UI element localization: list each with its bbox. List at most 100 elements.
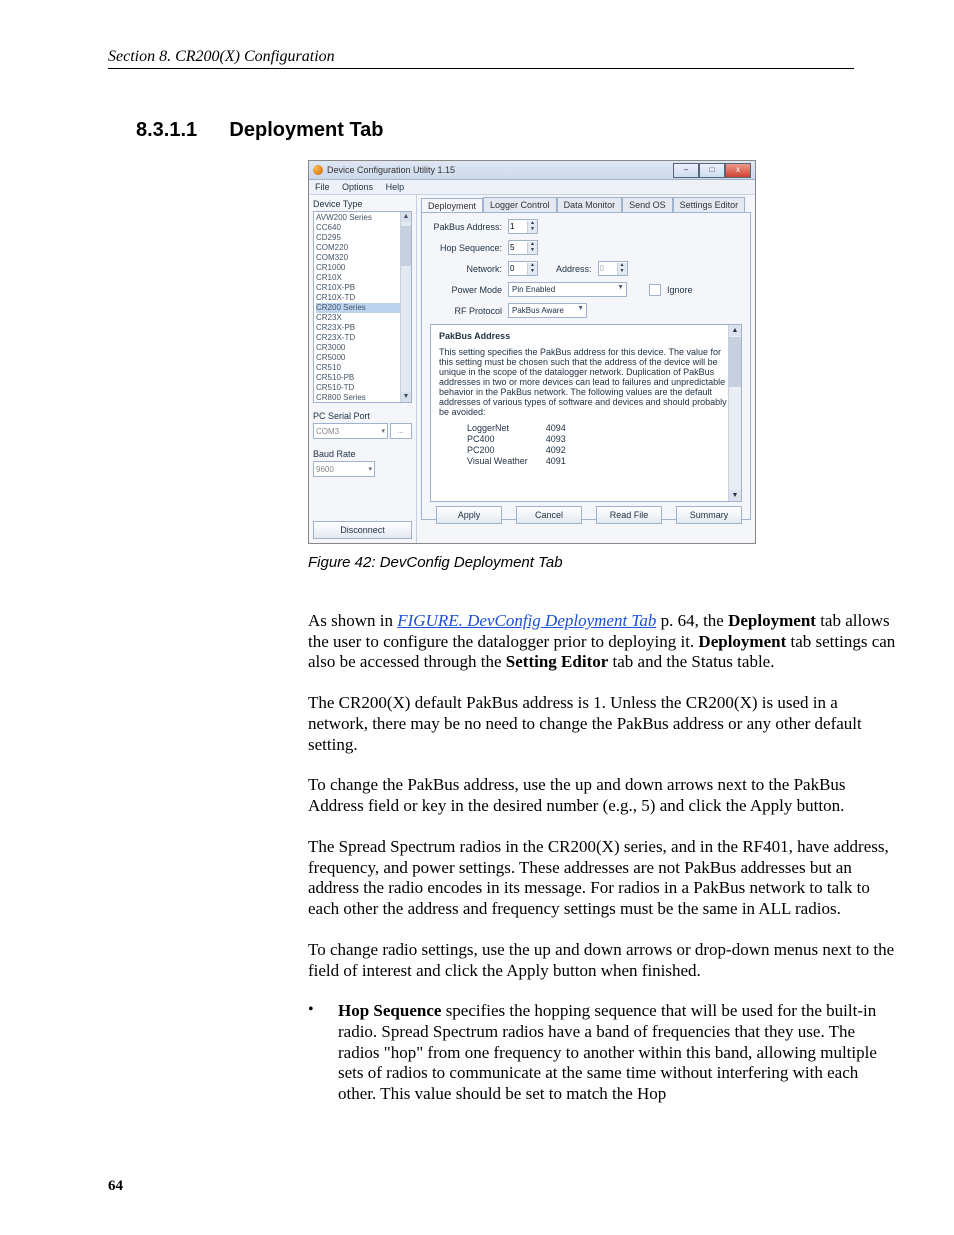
summary-button[interactable]: Summary [676,506,742,524]
device-list-item[interactable]: CR23X-PB [316,323,409,333]
menu-options[interactable]: Options [342,182,373,192]
window-title: Device Configuration Utility 1.15 [327,165,455,175]
tab-settings-editor[interactable]: Settings Editor [673,197,746,212]
tab-body: PakBus Address: ▲▼ Hop Sequence: ▲▼ Netw… [421,212,751,520]
device-list-item[interactable]: CR10X-PB [316,283,409,293]
paragraph: The CR200(X) default PakBus address is 1… [308,693,898,755]
help-panel: PakBus Address This setting specifies th… [430,324,742,502]
network-spinner[interactable]: ▲▼ [508,261,538,276]
body-text: As shown in FIGURE. DevConfig Deployment… [308,611,898,981]
device-list-item[interactable]: CR5000 [316,353,409,363]
bullet-item: • Hop Sequence specifies the hopping seq… [308,1001,898,1105]
menu-file[interactable]: File [315,182,330,192]
hop-sequence-spinner[interactable]: ▲▼ [508,240,538,255]
titlebar: Device Configuration Utility 1.15 – □ x [309,161,755,180]
spin-down-icon[interactable]: ▼ [528,227,537,233]
left-panel: Device Type AVW200 SeriesCC640CD295COM22… [309,195,417,543]
spin-down-icon[interactable]: ▼ [528,248,537,254]
device-list-item[interactable]: CR510-TD [316,383,409,393]
app-icon [313,165,323,175]
help-table-row: PC4004093 [467,434,584,445]
pakbus-address-spinner[interactable]: ▲▼ [508,219,538,234]
power-mode-select[interactable]: Pin Enabled [508,282,627,297]
tab-send-os[interactable]: Send OS [622,197,673,212]
device-list-item[interactable]: CR23X-TD [316,333,409,343]
help-table-row: PC2004092 [467,445,584,456]
device-list-item[interactable]: CR200 Series [316,303,409,313]
device-list-item[interactable]: CD295 [316,233,409,243]
section-running-header: Section 8. CR200(X) Configuration [108,48,854,69]
cancel-button[interactable]: Cancel [516,506,582,524]
read-file-button[interactable]: Read File [596,506,662,524]
device-type-label: Device Type [313,199,412,209]
tab-data-monitor[interactable]: Data Monitor [557,197,623,212]
device-list-item[interactable]: CR510 [316,363,409,373]
address-input[interactable] [599,264,617,273]
minimize-button[interactable]: – [673,163,699,178]
device-list-item[interactable]: AVW200 Series [316,213,409,223]
pakbus-address-input[interactable] [509,222,527,231]
figure-link[interactable]: FIGURE. DevConfig Deployment Tab [397,611,656,630]
serial-port-browse-button[interactable]: … [390,423,412,439]
serial-port-select[interactable]: COM3▾ [313,423,388,439]
device-type-list[interactable]: AVW200 SeriesCC640CD295COM220COM320CR100… [313,211,412,403]
maximize-button[interactable]: □ [699,163,725,178]
baud-rate-label: Baud Rate [313,449,412,459]
heading: 8.3.1.1 Deployment Tab [136,119,854,142]
device-list-item[interactable]: CR10X [316,273,409,283]
network-input[interactable] [509,264,527,273]
scroll-thumb[interactable] [729,337,741,387]
device-list-item[interactable]: COM220 [316,243,409,253]
ignore-checkbox[interactable] [649,284,661,296]
heading-number: 8.3.1.1 [136,119,197,142]
help-title: PakBus Address [439,331,510,341]
right-panel: Deployment Logger Control Data Monitor S… [417,195,755,543]
page-number: 64 [108,1178,123,1195]
device-list-item[interactable]: CR1000 [316,263,409,273]
help-table-row: Visual Weather4091 [467,456,584,467]
device-list-item[interactable]: CR3000 [316,343,409,353]
button-row: Apply Cancel Read File Summary [430,502,742,524]
device-list-item[interactable]: CR510-PB [316,373,409,383]
network-label: Network: [430,264,502,274]
address-spinner[interactable]: ▲▼ [598,261,628,276]
scroll-thumb[interactable] [401,226,411,266]
device-list-item[interactable]: CR23X [316,313,409,323]
help-body: This setting specifies the PakBus addres… [439,347,727,417]
help-table-row: LoggerNet4094 [467,423,584,434]
baud-rate-select[interactable]: 9600▾ [313,461,375,477]
power-mode-label: Power Mode [430,285,502,295]
ignore-label: Ignore [667,285,693,295]
scroll-up-icon[interactable]: ▲ [401,212,411,222]
disconnect-button[interactable]: Disconnect [313,521,412,539]
device-list-item[interactable]: CR800 Series [316,393,409,403]
close-button[interactable]: x [725,163,751,178]
rf-protocol-select[interactable]: PakBus Aware [508,303,587,318]
tab-bar: Deployment Logger Control Data Monitor S… [421,197,751,212]
paragraph: As shown in FIGURE. DevConfig Deployment… [308,611,898,673]
tab-deployment[interactable]: Deployment [421,198,483,213]
bullet-dot-icon: • [308,1001,338,1105]
hop-sequence-input[interactable] [509,243,527,252]
heading-title: Deployment Tab [229,119,383,142]
bullet-term: Hop Sequence [338,1001,441,1020]
menu-help[interactable]: Help [386,182,405,192]
help-table: LoggerNet4094PC4004093PC2004092Visual We… [467,423,584,467]
spin-down-icon[interactable]: ▼ [528,269,537,275]
spin-down-icon[interactable]: ▼ [618,269,627,275]
apply-button[interactable]: Apply [436,506,502,524]
bullet-list: • Hop Sequence specifies the hopping seq… [308,1001,898,1105]
paragraph: To change the PakBus address, use the up… [308,775,898,816]
scroll-down-icon[interactable]: ▼ [401,392,411,402]
scroll-down-icon[interactable]: ▼ [729,490,741,501]
device-list-item[interactable]: CC640 [316,223,409,233]
device-list-item[interactable]: CR10X-TD [316,293,409,303]
scroll-up-icon[interactable]: ▲ [729,325,741,336]
figure-caption: Figure 42: DevConfig Deployment Tab [308,554,854,571]
menubar: File Options Help [309,180,755,195]
hop-sequence-label: Hop Sequence: [430,243,502,253]
rf-protocol-label: RF Protocol [430,306,502,316]
device-list-item[interactable]: COM320 [316,253,409,263]
tab-logger-control[interactable]: Logger Control [483,197,557,212]
serial-port-label: PC Serial Port [313,411,412,421]
